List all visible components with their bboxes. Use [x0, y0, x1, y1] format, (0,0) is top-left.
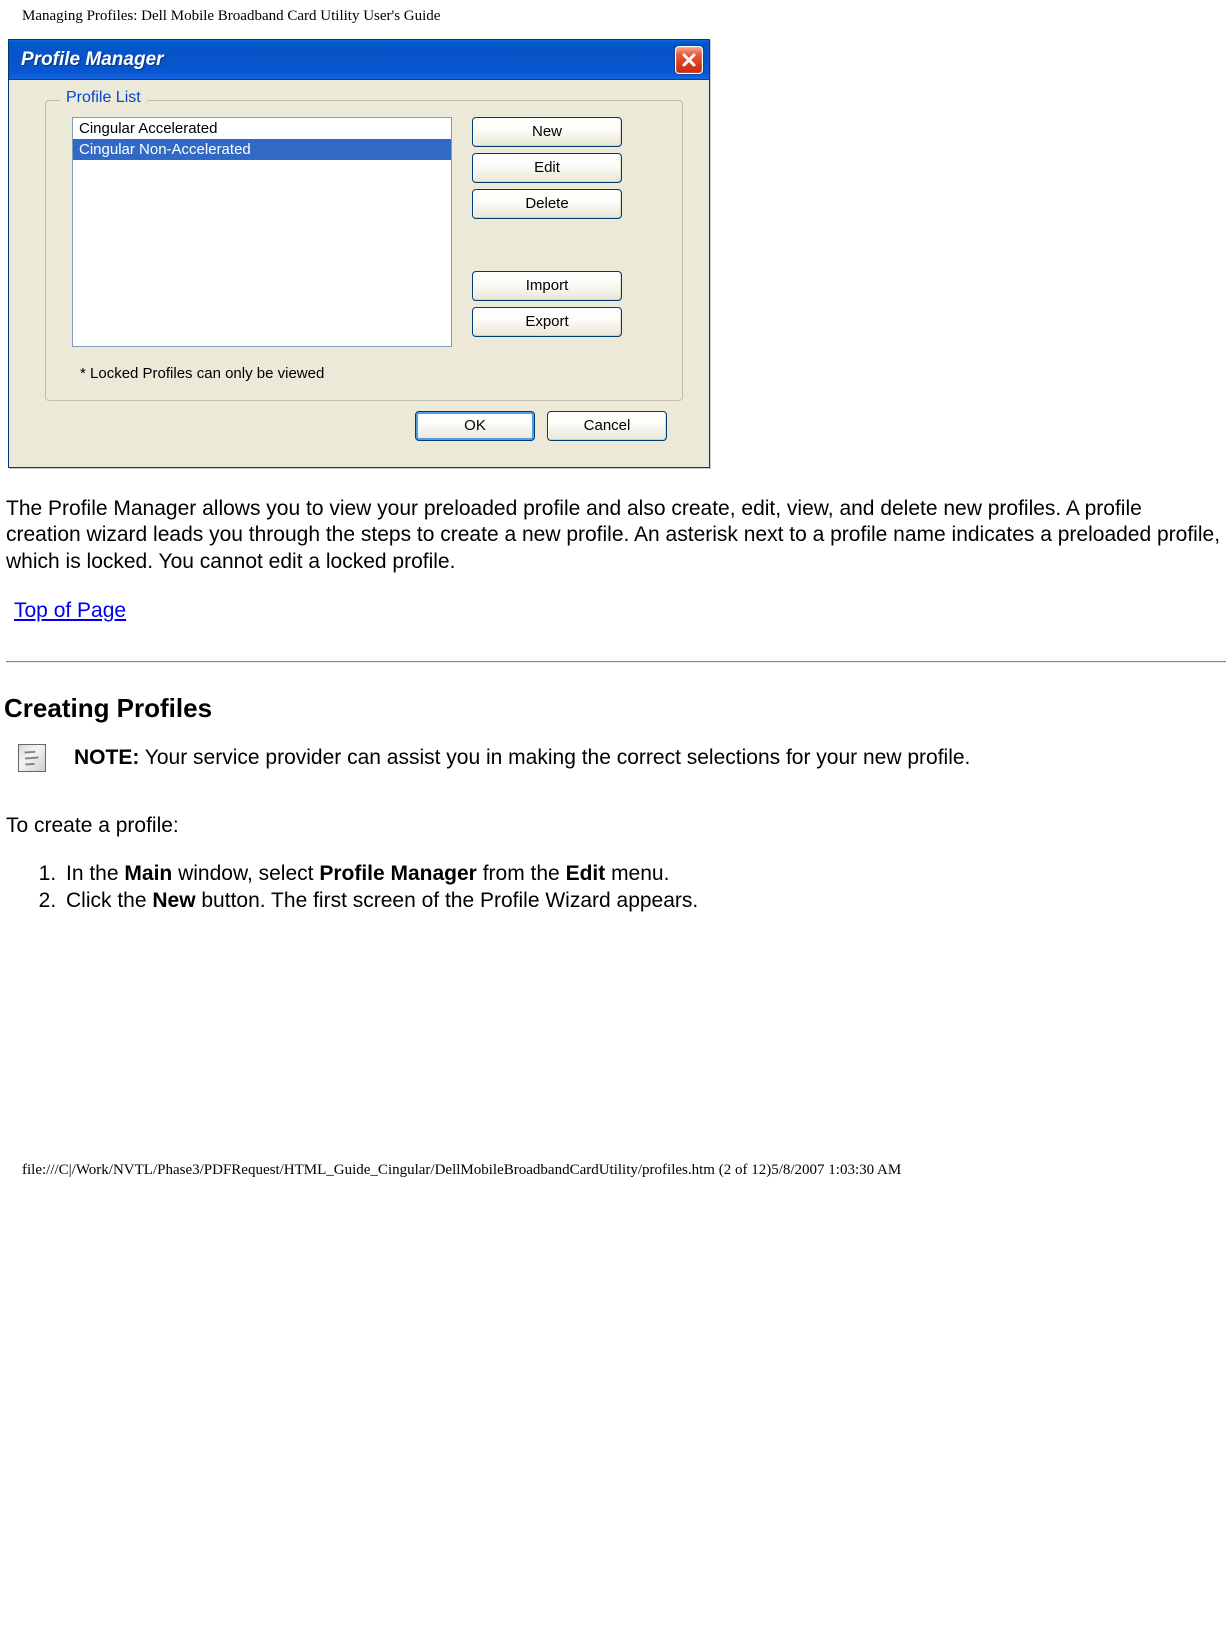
- top-of-page-link[interactable]: Top of Page: [14, 599, 126, 623]
- new-button[interactable]: New: [472, 117, 622, 147]
- profile-manager-dialog: Profile Manager Profile List Cingular Ac…: [8, 39, 710, 468]
- delete-button[interactable]: Delete: [472, 189, 622, 219]
- locked-note: * Locked Profiles can only be viewed: [72, 365, 664, 382]
- step-1: In the Main window, select Profile Manag…: [62, 860, 1228, 887]
- ok-button[interactable]: OK: [415, 411, 535, 441]
- footer-path: file:///C|/Work/NVTL/Phase3/PDFRequest/H…: [4, 1154, 1228, 1187]
- titlebar: Profile Manager: [9, 40, 709, 80]
- list-item[interactable]: Cingular Non-Accelerated: [73, 139, 451, 160]
- intro-paragraph: The Profile Manager allows you to view y…: [6, 496, 1222, 575]
- fieldset-legend: Profile List: [60, 89, 147, 107]
- import-button[interactable]: Import: [472, 271, 622, 301]
- step-2: Click the New button. The first screen o…: [62, 887, 1228, 914]
- steps-intro: To create a profile:: [6, 814, 1228, 838]
- export-button[interactable]: Export: [472, 307, 622, 337]
- edit-button[interactable]: Edit: [472, 153, 622, 183]
- divider: [6, 661, 1226, 663]
- list-item[interactable]: Cingular Accelerated: [73, 118, 451, 139]
- note-block: NOTE: Your service provider can assist y…: [18, 744, 1228, 772]
- profile-list-group: Profile List Cingular Accelerated Cingul…: [45, 100, 683, 401]
- note-text: NOTE: Your service provider can assist y…: [74, 744, 970, 771]
- profile-listbox[interactable]: Cingular Accelerated Cingular Non-Accele…: [72, 117, 452, 347]
- section-heading: Creating Profiles: [4, 693, 1228, 724]
- dialog-title: Profile Manager: [21, 49, 164, 71]
- doc-header: Managing Profiles: Dell Mobile Broadband…: [4, 0, 1228, 39]
- close-icon[interactable]: [675, 46, 703, 74]
- steps-list: In the Main window, select Profile Manag…: [18, 860, 1228, 915]
- cancel-button[interactable]: Cancel: [547, 411, 667, 441]
- note-icon: [18, 744, 46, 772]
